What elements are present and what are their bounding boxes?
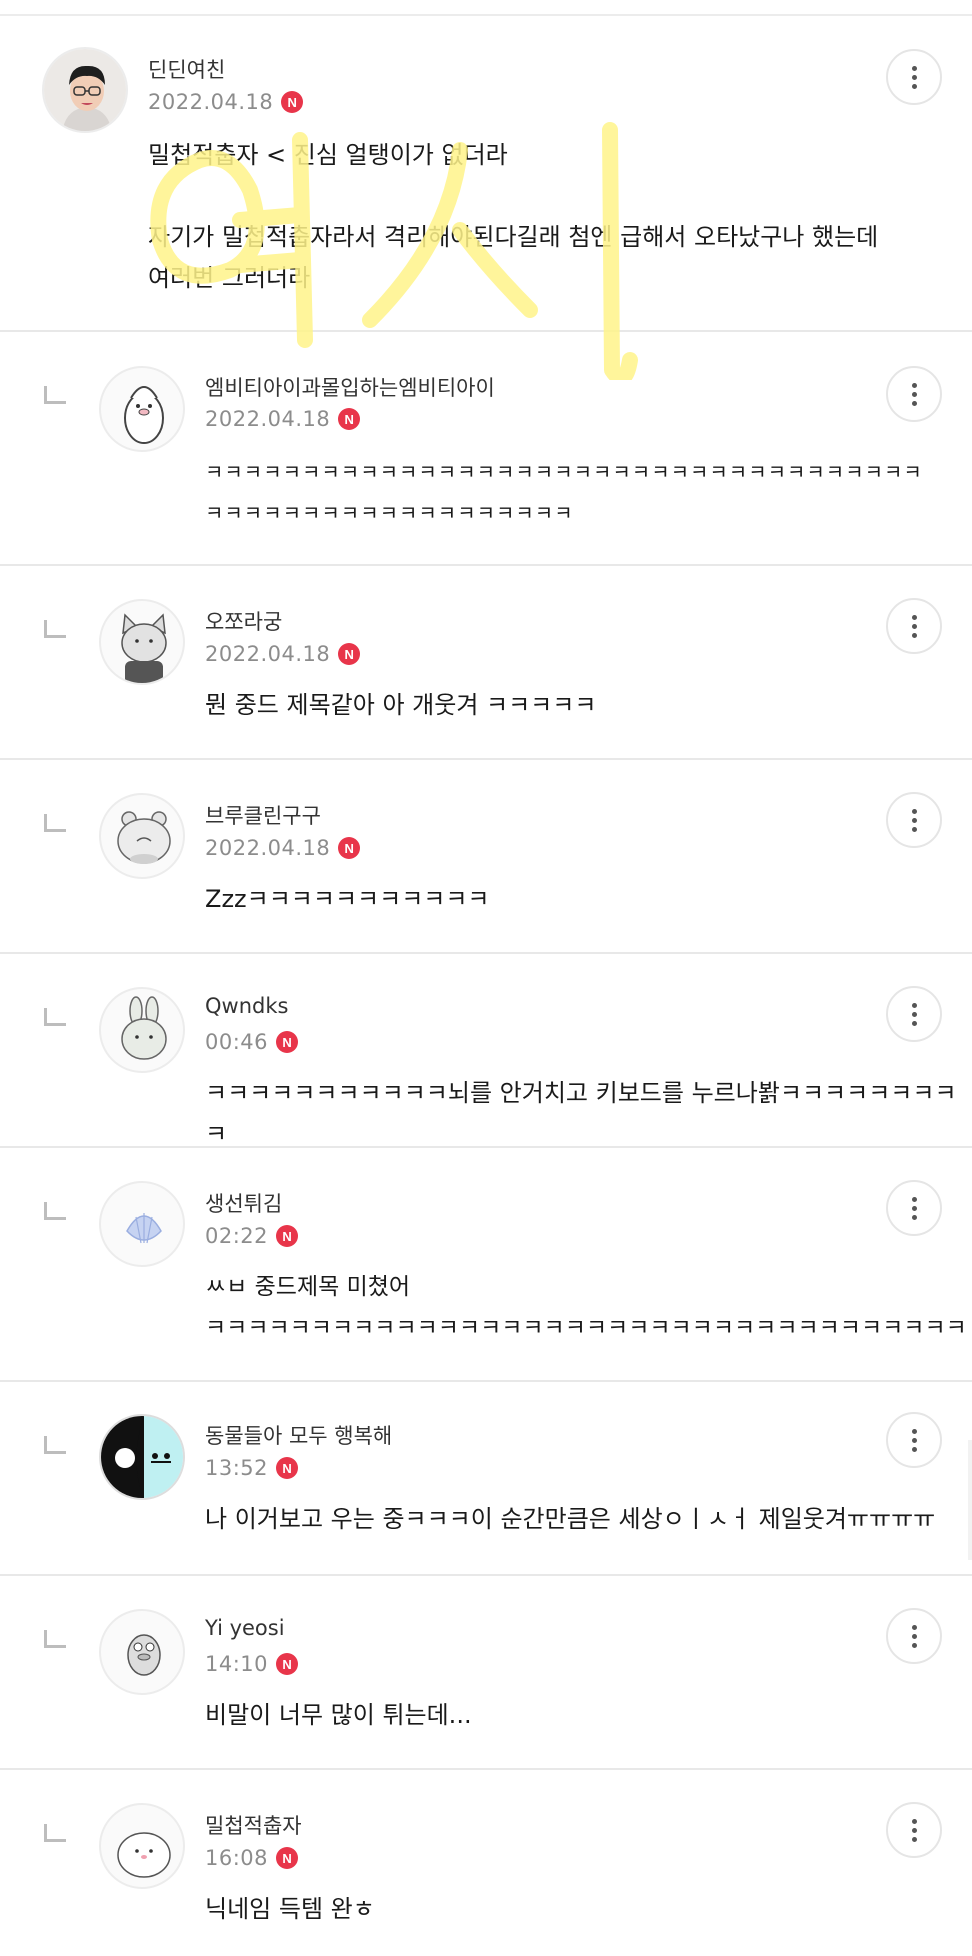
author-name[interactable]: 생선튀김 [205,1188,282,1218]
comment-date: 2022.04.18 [205,836,331,860]
bird-avatar[interactable] [99,1414,185,1500]
comment-text: 나 이거보고 우는 중ㅋㅋㅋ이 순간만큼은 세상ㅇㅣㅅㅓ 제일웃겨ㅠㅠㅠㅠ [205,1505,936,1533]
comment-text: ㅆㅂ 중드제목 미쳤어 ㅋㅋㅋㅋㅋㅋㅋㅋㅋㅋㅋㅋㅋㅋㅋㅋㅋㅋㅋㅋㅋㅋㅋㅋㅋㅋㅋㅋ… [205,1274,967,1341]
comment-date: 16:08 [205,1846,269,1870]
comment-date: 02:22 [205,1224,269,1248]
reply-arrow-icon [44,1824,66,1842]
comment-meta: 14:10 N [205,1652,299,1676]
comment-item: 딘딘여친 2022.04.18 N 밀첩적춥자 < 진심 얼탱이가 없더라 자기… [0,16,972,332]
penguin-avatar[interactable] [99,366,185,452]
reply-item: 생선튀김 02:22 N ㅆㅂ 중드제목 미쳤어 ㅋㅋㅋㅋㅋㅋㅋㅋㅋㅋㅋㅋㅋㅋㅋ… [0,1148,972,1382]
comment-date: 2022.04.18 [205,642,331,666]
new-badge: N [276,1225,299,1247]
blob-avatar[interactable] [99,1803,185,1889]
new-badge: N [281,91,304,113]
comment-text: ㅋㅋㅋㅋㅋㅋㅋㅋㅋㅋㅋㅋㅋㅋㅋㅋㅋㅋㅋㅋㅋㅋㅋㅋㅋㅋㅋㅋㅋㅋㅋㅋㅋㅋㅋㅋㅋ ㅋㅋ… [205,460,923,525]
comment-meta: 13:52 N [205,1456,299,1480]
new-badge: N [338,408,361,430]
author-name[interactable]: 밀첩적춥자 [205,1810,302,1840]
reply-arrow-icon [44,386,66,404]
reply-item: 동물들아 모두 행복해 13:52 N 나 이거보고 우는 중ㅋㅋㅋ이 순간만큼… [0,1382,972,1576]
comment-meta: 16:08 N [205,1846,299,1870]
more-options-button[interactable] [886,1802,942,1858]
reply-arrow-icon [44,1202,66,1220]
top-divider [0,0,972,16]
comment-date: 2022.04.18 [205,407,331,431]
author-name[interactable]: Qwndks [205,994,288,1018]
new-badge: N [276,1457,299,1479]
author-name[interactable]: 엠비티아이과몰입하는엠비티아이 [205,372,495,402]
comment-date: 14:10 [205,1652,269,1676]
more-options-button[interactable] [886,366,942,422]
comment-meta: 2022.04.18 N [205,836,361,860]
comment-text: 비말이 너무 많이 튀는데... [205,1701,472,1729]
comment-text: 닉네임 득템 완ㅎ [205,1895,375,1923]
comment-date: 2022.04.18 [148,90,274,114]
new-badge: N [338,643,361,665]
comment-text: Zzzㅋㅋㅋㅋㅋㅋㅋㅋㅋㅋㅋ [205,885,490,913]
more-options-button[interactable] [886,1180,942,1236]
more-options-button[interactable] [886,986,942,1042]
author-name[interactable]: 오쪼라궁 [205,606,282,636]
comment-meta: 2022.04.18 N [205,407,361,431]
author-name[interactable]: 동물들아 모두 행복해 [205,1420,392,1450]
new-badge: N [276,1847,299,1869]
more-options-button[interactable] [886,1412,942,1468]
comment-date: 00:46 [205,1030,269,1054]
reply-item: 브루클린구구 2022.04.18 N Zzzㅋㅋㅋㅋㅋㅋㅋㅋㅋㅋㅋ [0,760,972,954]
reply-item: Yi yeosi 14:10 N 비말이 너무 많이 튀는데... [0,1576,972,1770]
comment-text: ㅋㅋㅋㅋㅋㅋㅋㅋㅋㅋㅋ뇌를 안거치고 키보드를 누르나봙ㅋㅋㅋㅋㅋㅋㅋㅋㅋ [205,1079,957,1148]
rabbit-avatar[interactable] [99,987,185,1073]
author-name[interactable]: 딘딘여친 [148,54,225,84]
more-options-button[interactable] [886,1608,942,1664]
comment-meta: 2022.04.18 N [148,90,304,114]
more-options-button[interactable] [886,598,942,654]
scrollbar-thumb[interactable] [968,1440,972,1560]
duck-avatar[interactable] [99,1609,185,1695]
comment-text: 밀첩적춥자 < 진심 얼탱이가 없더라 자기가 밀첩적춥자라서 격리해야된다길래… [148,141,879,292]
reply-arrow-icon [44,620,66,638]
profile-photo-avatar[interactable] [42,47,128,133]
cat-avatar[interactable] [99,599,185,685]
more-options-button[interactable] [886,792,942,848]
comment-meta: 00:46 N [205,1030,299,1054]
comment-date: 13:52 [205,1456,269,1480]
reply-arrow-icon [44,1008,66,1026]
new-badge: N [276,1653,299,1675]
reply-item: 밀첩적춥자 16:08 N 닉네임 득템 완ㅎ [0,1770,972,1956]
new-badge: N [338,837,361,859]
comment-meta: 2022.04.18 N [205,642,361,666]
author-name[interactable]: 브루클린구구 [205,800,321,830]
reply-arrow-icon [44,1436,66,1454]
shell-avatar[interactable] [99,1181,185,1267]
reply-item: 오쪼라궁 2022.04.18 N 뭔 중드 제목같아 아 개웃겨 ㅋㅋㅋㅋㅋ [0,566,972,760]
reply-arrow-icon [44,814,66,832]
new-badge: N [276,1031,299,1053]
reply-item: 엠비티아이과몰입하는엠비티아이 2022.04.18 N ㅋㅋㅋㅋㅋㅋㅋㅋㅋㅋㅋ… [0,332,972,566]
reply-arrow-icon [44,1630,66,1648]
more-options-button[interactable] [886,49,942,105]
reply-item: Qwndks 00:46 N ㅋㅋㅋㅋㅋㅋㅋㅋㅋㅋㅋ뇌를 안거치고 키보드를 누… [0,954,972,1148]
comment-meta: 02:22 N [205,1224,299,1248]
hamster-avatar[interactable] [99,793,185,879]
author-name[interactable]: Yi yeosi [205,1616,285,1640]
comment-text: 뭔 중드 제목같아 아 개웃겨 ㅋㅋㅋㅋㅋ [205,691,597,719]
